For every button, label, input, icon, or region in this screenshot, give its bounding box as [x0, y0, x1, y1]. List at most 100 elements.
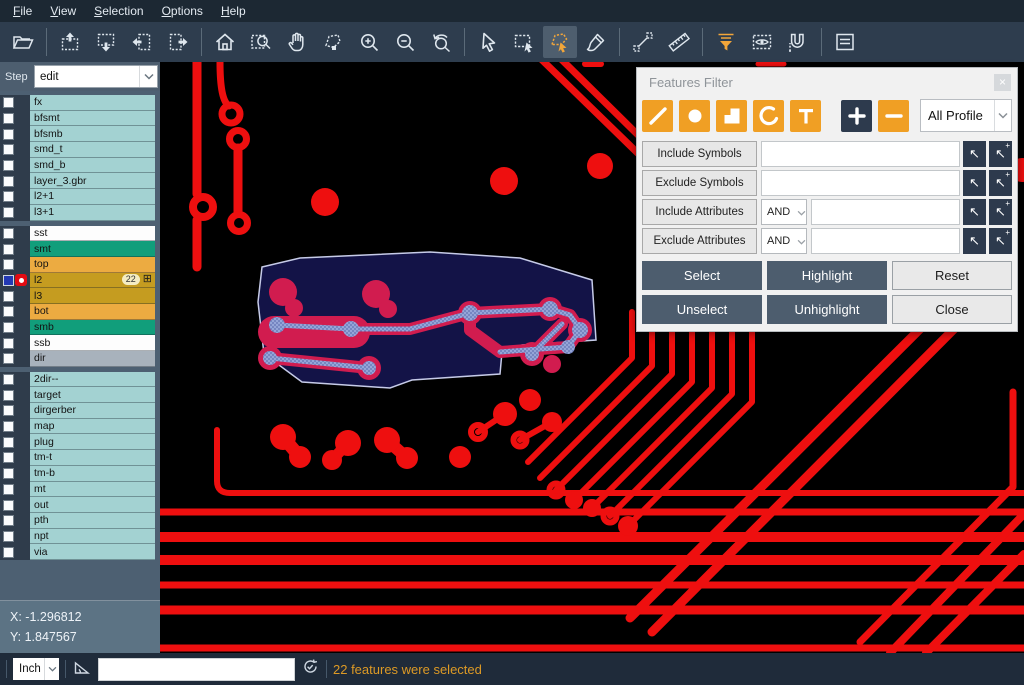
layer-visibility-checkbox[interactable] [3, 405, 14, 416]
layer-row[interactable]: tm-b [0, 466, 155, 482]
layer-name[interactable]: layer_3.gbr [30, 173, 155, 189]
layer-row[interactable]: dirgerber [0, 403, 155, 419]
layer-row[interactable]: target [0, 387, 155, 403]
layer-row[interactable]: smb [0, 320, 155, 336]
layer-name[interactable]: l3+1 [30, 205, 155, 221]
remove-mode-button[interactable] [878, 100, 909, 132]
rectangle-select-button[interactable] [507, 26, 541, 58]
include-attributes-button[interactable]: Include Attributes [642, 199, 757, 225]
layer-name[interactable]: fx [30, 95, 155, 111]
pad-filter-button[interactable] [679, 100, 710, 132]
snap-magnet-button[interactable] [781, 26, 815, 58]
layer-name[interactable]: map [30, 419, 155, 435]
layer-row[interactable]: l3+1 [0, 205, 155, 221]
zoom-area-button[interactable] [244, 26, 278, 58]
text-filter-button[interactable] [790, 100, 821, 132]
layer-visibility-checkbox[interactable] [3, 500, 14, 511]
menu-file[interactable]: File [4, 0, 41, 22]
unhighlight-button[interactable]: Unhighlight [767, 295, 887, 324]
layer-row[interactable]: smd_b [0, 158, 155, 174]
include-attributes-input[interactable] [811, 199, 960, 225]
menu-view[interactable]: View [41, 0, 85, 22]
layer-visibility-checkbox[interactable] [3, 144, 14, 155]
dialog-title-bar[interactable]: Features Filter × [637, 68, 1017, 96]
highlight-button[interactable]: Highlight [767, 261, 887, 290]
layer-row[interactable]: out [0, 497, 155, 513]
panel-list-button[interactable] [828, 26, 862, 58]
pick-arrow-button[interactable]: ↖ [963, 170, 986, 196]
layer-name[interactable]: tm-b [30, 466, 155, 482]
layer-visibility-checkbox[interactable] [3, 259, 14, 270]
layer-row[interactable]: via [0, 544, 155, 560]
zoom-previous-button[interactable] [424, 26, 458, 58]
layer-name[interactable]: smd_t [30, 142, 155, 158]
layer-row[interactable]: npt [0, 529, 155, 545]
pick-arrow-button[interactable]: ↖ [963, 228, 986, 254]
layer-name[interactable]: smb [30, 320, 155, 336]
layer-name[interactable]: bot [30, 304, 155, 320]
exclude-attributes-button[interactable]: Exclude Attributes [642, 228, 757, 254]
pick-add-arrow-button[interactable]: ↖+ [989, 170, 1012, 196]
include-attributes-and-select[interactable]: AND [761, 199, 807, 225]
layer-visibility-checkbox[interactable] [3, 515, 14, 526]
layer-name[interactable]: bfsmb [30, 126, 155, 142]
reset-button[interactable]: Reset [892, 261, 1012, 290]
layer-name[interactable]: target [30, 387, 155, 403]
close-button[interactable]: Close [892, 295, 1012, 324]
layer-visibility-checkbox[interactable] [3, 531, 14, 542]
lasso-zoom-button[interactable] [316, 26, 350, 58]
layer-visibility-checkbox[interactable] [3, 468, 14, 479]
pick-arrow-button[interactable]: ↖ [963, 141, 986, 167]
layer-name[interactable]: dir [30, 351, 155, 367]
arrow-down-box-button[interactable] [89, 26, 123, 58]
arc-filter-button[interactable] [753, 100, 784, 132]
layer-name[interactable]: top [30, 257, 155, 273]
layer-name[interactable]: 2dir-- [30, 372, 155, 388]
layer-visibility-checkbox[interactable] [3, 191, 14, 202]
layer-visibility-checkbox[interactable] [3, 291, 14, 302]
view-box-button[interactable] [745, 26, 779, 58]
add-mode-button[interactable] [841, 100, 872, 132]
layer-row[interactable]: bfsmt [0, 111, 155, 127]
menu-options[interactable]: Options [153, 0, 212, 22]
unit-select[interactable]: Inch [13, 658, 59, 680]
layer-row[interactable]: smd_t [0, 142, 155, 158]
select-cursor-button[interactable] [471, 26, 505, 58]
layer-name[interactable]: smd_b [30, 158, 155, 174]
layer-name[interactable]: dirgerber [30, 403, 155, 419]
layer-visibility-checkbox[interactable] [3, 97, 14, 108]
layer-row[interactable]: l2+1 [0, 189, 155, 205]
layer-name[interactable]: l222⊞ [30, 273, 155, 289]
layer-row[interactable]: bot [0, 304, 155, 320]
layer-name[interactable]: bfsmt [30, 111, 155, 127]
select-button[interactable]: Select [642, 261, 762, 290]
pick-arrow-button[interactable]: ↖ [963, 199, 986, 225]
layer-visibility-checkbox[interactable] [3, 338, 14, 349]
layer-row[interactable]: mt [0, 482, 155, 498]
brush-clear-button[interactable] [579, 26, 613, 58]
features-filter-button[interactable] [709, 26, 743, 58]
layer-visibility-checkbox[interactable] [3, 322, 14, 333]
pick-add-arrow-button[interactable]: ↖+ [989, 141, 1012, 167]
exclude-symbols-input[interactable] [761, 170, 960, 196]
layer-visibility-checkbox[interactable] [3, 306, 14, 317]
layer-visibility-checkbox[interactable] [3, 484, 14, 495]
step-select[interactable]: edit [34, 65, 158, 88]
layer-name[interactable]: smt [30, 241, 155, 257]
layer-row[interactable]: sst [0, 226, 155, 242]
layer-name[interactable]: sst [30, 226, 155, 242]
layer-visibility-checkbox[interactable] [3, 129, 14, 140]
layer-visibility-checkbox[interactable] [3, 228, 14, 239]
layer-row[interactable]: dir [0, 351, 155, 367]
sync-icon[interactable] [301, 657, 320, 681]
layer-visibility-checkbox[interactable] [3, 353, 14, 364]
zoom-in-button[interactable] [352, 26, 386, 58]
layer-row[interactable]: fx [0, 95, 155, 111]
exclude-symbols-button[interactable]: Exclude Symbols [642, 170, 757, 196]
layer-row[interactable]: ssb [0, 335, 155, 351]
layer-row[interactable]: top [0, 257, 155, 273]
layer-visibility-checkbox[interactable] [3, 113, 14, 124]
menu-selection[interactable]: Selection [85, 0, 152, 22]
layer-row[interactable]: smt [0, 241, 155, 257]
include-symbols-input[interactable] [761, 141, 960, 167]
